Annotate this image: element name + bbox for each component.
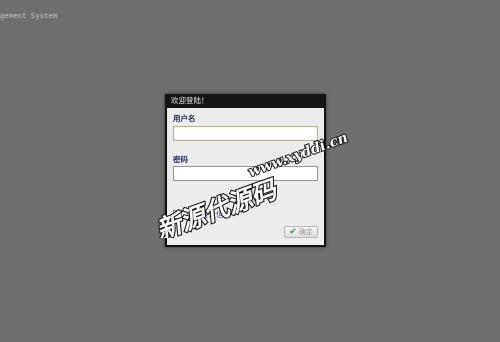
password-input[interactable]: [173, 166, 318, 181]
username-input[interactable]: [173, 126, 318, 141]
password-label: 密码: [173, 155, 188, 164]
login-button[interactable]: ✔ 确定: [284, 226, 318, 238]
login-button-label: 确定: [298, 228, 313, 236]
remember-label: 记住登录信息: [186, 210, 231, 219]
dialog-title: 欢迎登陆！: [165, 94, 326, 109]
remember-me[interactable]: 记住登录信息: [173, 209, 231, 220]
dialog-body: 用户名 密码 记住登录信息 ✔ 确定: [167, 108, 324, 245]
check-icon: ✔: [289, 226, 297, 237]
login-dialog: 欢迎登陆！ 用户名 密码 记住登录信息 ✔ 确定: [165, 94, 326, 247]
app-title: gement System: [0, 12, 58, 20]
remember-checkbox[interactable]: [173, 210, 182, 219]
username-label: 用户名: [173, 114, 196, 123]
